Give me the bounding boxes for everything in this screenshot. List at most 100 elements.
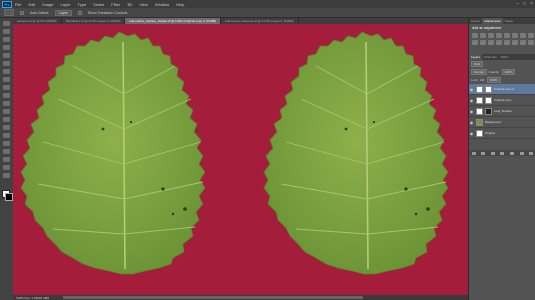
- new-group-icon[interactable]: [510, 151, 515, 155]
- transform-controls-checkbox[interactable]: [77, 10, 82, 15]
- menu-type[interactable]: Type: [78, 2, 87, 7]
- menu-select[interactable]: Select: [93, 2, 104, 7]
- layer-row[interactable]: ◉ Original copy: [469, 95, 535, 106]
- layer-mask-thumbnail[interactable]: [485, 85, 492, 93]
- layer-name: Original copy 2: [494, 87, 515, 91]
- menu-layer[interactable]: Layer: [60, 2, 70, 7]
- layer-thumbnail: [476, 129, 483, 137]
- history-brush-tool-icon[interactable]: [3, 93, 10, 98]
- eyedropper-tool-icon[interactable]: [3, 61, 10, 66]
- visibility-eye-icon[interactable]: ◉: [469, 120, 474, 125]
- zoom-tool-icon[interactable]: [3, 173, 10, 178]
- gradient-map-icon[interactable]: [520, 40, 526, 45]
- tab-adjustments[interactable]: Adjustments: [482, 18, 503, 24]
- selective-color-icon[interactable]: [528, 40, 534, 45]
- layer-row[interactable]: ◉ Background: [469, 117, 535, 128]
- horizontal-scrollbar[interactable]: [63, 296, 363, 299]
- threshold-icon[interactable]: [512, 40, 518, 45]
- visibility-eye-icon[interactable]: ◉: [469, 131, 474, 136]
- layer-mask-thumbnail[interactable]: [485, 107, 492, 115]
- crop-tool-icon[interactable]: [3, 53, 10, 58]
- adjustments-title: Add an adjustment: [472, 26, 502, 30]
- layer-filter-row: Kind: [469, 60, 535, 68]
- color-balance-icon[interactable]: [520, 33, 526, 38]
- layer-name: Leaf_Surface: [494, 109, 512, 113]
- layer-name: Original: [485, 131, 496, 135]
- auto-select-checkbox[interactable]: [20, 10, 24, 15]
- minimize-icon[interactable]: –: [516, 1, 519, 7]
- tab-library[interactable]: Library: [469, 18, 482, 24]
- brush-tool-icon[interactable]: [3, 77, 10, 82]
- posterize-icon[interactable]: [504, 40, 510, 45]
- add-mask-icon[interactable]: [490, 151, 495, 155]
- channel-mixer-icon[interactable]: [480, 40, 486, 45]
- link-layers-icon[interactable]: [471, 151, 476, 155]
- layer-mask-thumbnail[interactable]: [485, 96, 492, 104]
- gradient-tool-icon[interactable]: [3, 109, 10, 114]
- photo-filter-icon[interactable]: [472, 40, 478, 45]
- tab-layers[interactable]: Layers: [469, 54, 483, 60]
- opacity-input[interactable]: 100%: [501, 69, 516, 75]
- close-icon[interactable]: ×: [530, 1, 533, 7]
- adjustment-layer-icon[interactable]: [500, 151, 505, 155]
- layer-row[interactable]: ◉ Leaf_Surface: [469, 106, 535, 117]
- menu-file[interactable]: File: [15, 2, 21, 7]
- type-tool-icon[interactable]: [3, 141, 10, 146]
- blur-tool-icon[interactable]: [3, 117, 10, 122]
- transform-controls-label: Show Transform Controls: [87, 10, 128, 15]
- document-canvas[interactable]: [13, 24, 468, 295]
- pen-tool-icon[interactable]: [3, 133, 10, 138]
- path-select-tool-icon[interactable]: [3, 149, 10, 154]
- zoom-doc-status: 100% Doc: 1.09M/4.38M: [16, 295, 50, 300]
- marquee-tool-icon[interactable]: [3, 29, 10, 34]
- menu-help[interactable]: Help: [176, 2, 184, 7]
- healing-tool-icon[interactable]: [3, 69, 10, 74]
- trash-icon[interactable]: [529, 151, 534, 155]
- layer-row[interactable]: ◉ Original copy 2: [469, 84, 535, 95]
- visibility-eye-icon[interactable]: ◉: [469, 98, 474, 103]
- black-white-icon[interactable]: [528, 33, 534, 38]
- menu-3d[interactable]: 3D: [127, 2, 132, 7]
- auto-select-dropdown[interactable]: Layer: [55, 9, 72, 16]
- move-tool-preset-icon[interactable]: [4, 9, 14, 16]
- invert-icon[interactable]: [496, 40, 502, 45]
- vibrance-icon[interactable]: [504, 33, 510, 38]
- shape-tool-icon[interactable]: [3, 157, 10, 162]
- layer-style-icon[interactable]: [481, 151, 486, 155]
- eraser-tool-icon[interactable]: [3, 101, 10, 106]
- auto-select-label: Auto-Select:: [30, 10, 50, 15]
- menu-edit[interactable]: Edit: [28, 2, 35, 7]
- blend-mode-select[interactable]: Normal: [471, 69, 487, 75]
- exposure-icon[interactable]: [496, 33, 502, 38]
- levels-icon[interactable]: [480, 33, 486, 38]
- options-bar: Auto-Select: Layer Show Transform Contro…: [0, 8, 535, 18]
- menu-window[interactable]: Window: [155, 2, 169, 7]
- hand-tool-icon[interactable]: [3, 165, 10, 170]
- tools-panel: [0, 18, 14, 300]
- brightness-contrast-icon[interactable]: [472, 33, 478, 38]
- hue-saturation-icon[interactable]: [512, 33, 518, 38]
- tab-styles[interactable]: Styles: [503, 18, 515, 24]
- menu-image[interactable]: Image: [42, 2, 53, 7]
- dodge-tool-icon[interactable]: [3, 125, 10, 130]
- new-layer-icon[interactable]: [519, 151, 524, 155]
- menu-view[interactable]: View: [139, 2, 148, 7]
- layer-thumbnail: [476, 96, 483, 104]
- fill-input[interactable]: 100%: [486, 77, 501, 83]
- quick-select-tool-icon[interactable]: [3, 45, 10, 50]
- background-color-swatch[interactable]: [5, 193, 13, 201]
- visibility-eye-icon[interactable]: ◉: [469, 109, 474, 114]
- tab-channels[interactable]: Channels: [482, 54, 499, 60]
- curves-icon[interactable]: [488, 33, 494, 38]
- lasso-tool-icon[interactable]: [3, 37, 10, 42]
- tab-paths[interactable]: Paths: [499, 54, 511, 60]
- color-lookup-icon[interactable]: [488, 40, 494, 45]
- stamp-tool-icon[interactable]: [3, 85, 10, 90]
- menu-bar: Ps File Edit Image Layer Type Select Fil…: [0, 0, 535, 8]
- layer-kind-filter[interactable]: Kind: [471, 61, 484, 67]
- visibility-eye-icon[interactable]: ◉: [469, 87, 474, 92]
- maximize-icon[interactable]: □: [523, 1, 526, 7]
- menu-filter[interactable]: Filter: [111, 2, 120, 7]
- layer-row[interactable]: ◉ Original: [469, 128, 535, 139]
- move-tool-icon[interactable]: [3, 21, 10, 26]
